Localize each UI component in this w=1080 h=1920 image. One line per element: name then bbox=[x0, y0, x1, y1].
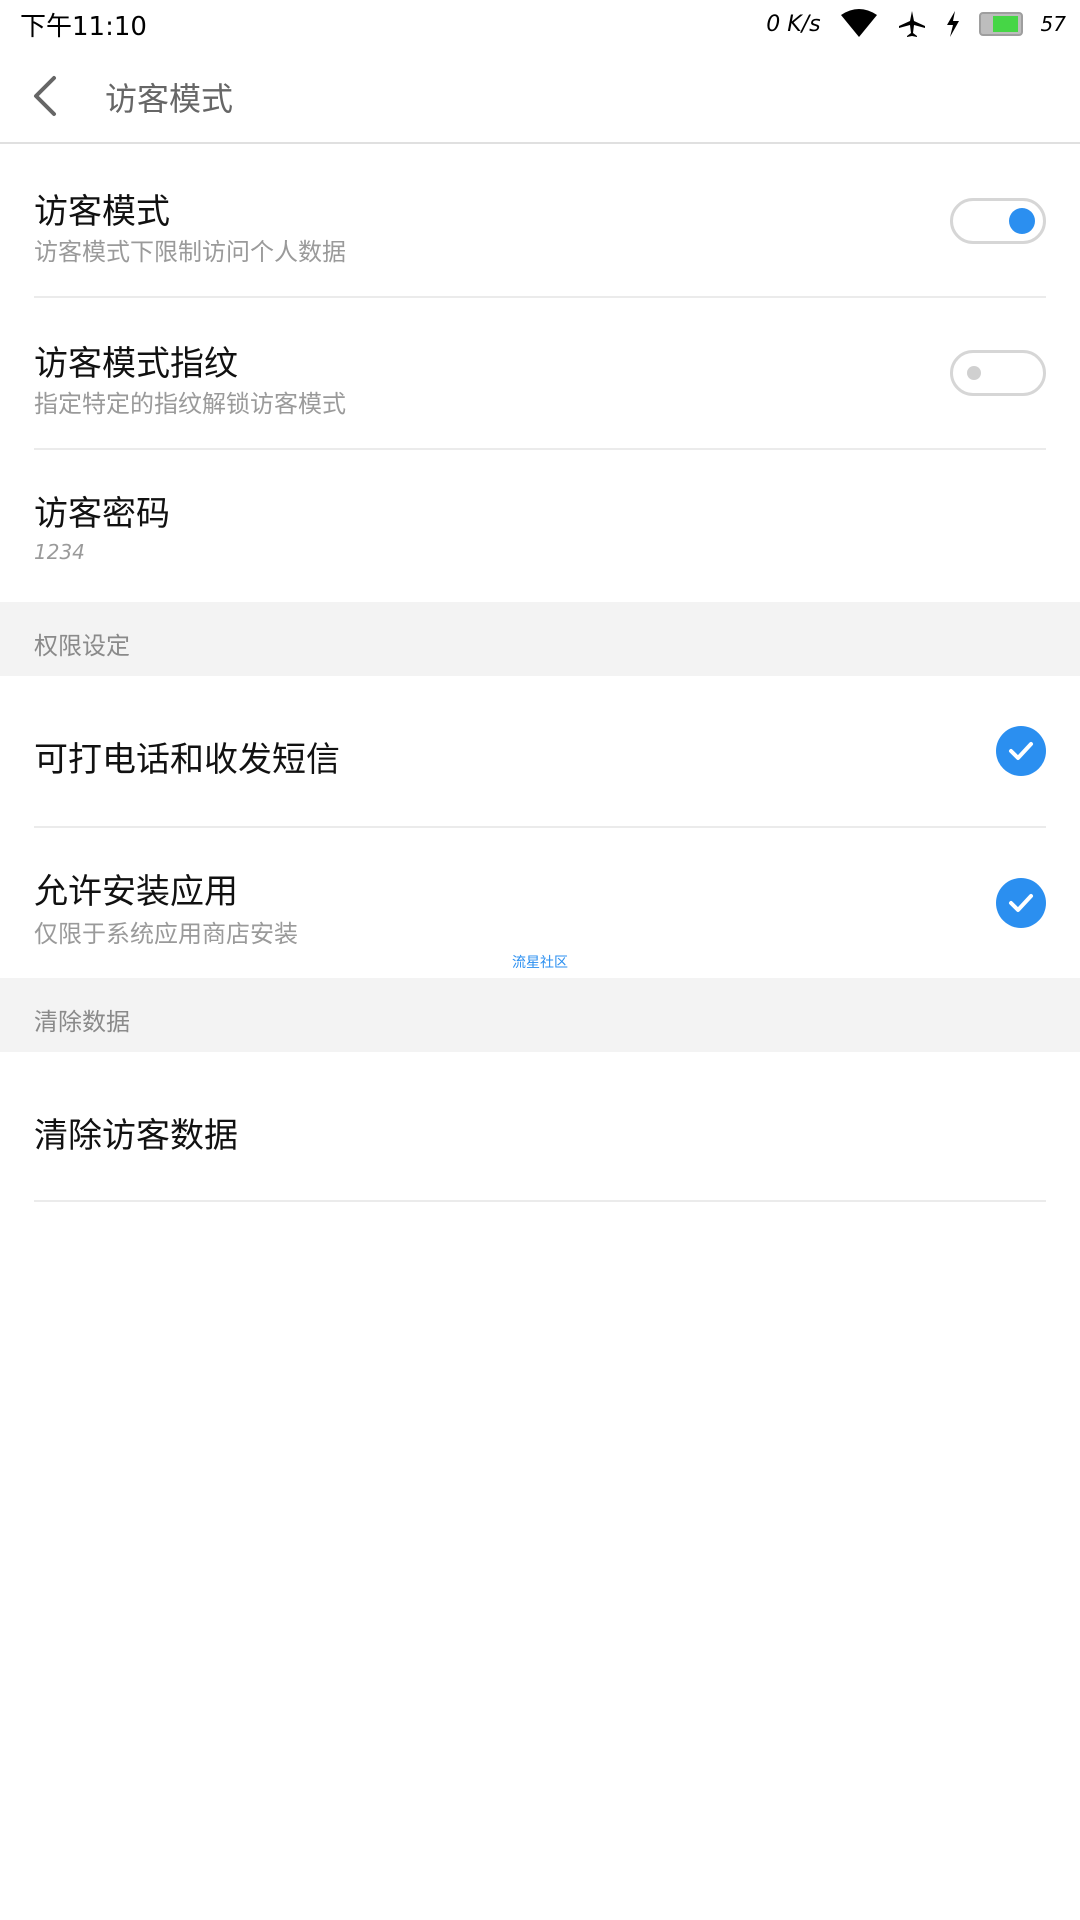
guest-fingerprint-row[interactable]: 访客模式指纹 指定特定的指纹解锁访客模式 bbox=[0, 298, 1080, 450]
install-apps-checkbox[interactable] bbox=[996, 878, 1046, 928]
guest-mode-subtitle: 访客模式下限制访问个人数据 bbox=[34, 238, 346, 266]
back-arrow-icon bbox=[34, 76, 56, 116]
clear-data-section-header: 清除数据 bbox=[0, 978, 1080, 1052]
clear-guest-data-title: 清除访客数据 bbox=[34, 1116, 238, 1156]
toggle-knob bbox=[967, 366, 981, 380]
guest-password-title: 访客密码 bbox=[34, 494, 170, 534]
install-apps-title: 允许安装应用 bbox=[34, 872, 238, 912]
toggle-knob bbox=[1009, 208, 1035, 234]
airplane-icon bbox=[898, 11, 925, 37]
charging-icon bbox=[946, 11, 959, 37]
guest-mode-title: 访客模式 bbox=[34, 192, 170, 232]
checkmark-icon bbox=[1009, 894, 1033, 912]
guest-password-value: 1234 bbox=[34, 540, 85, 564]
calls-sms-checkbox[interactable] bbox=[996, 726, 1046, 776]
screen: 下午11:10 0 K/s 57 访客模式 访客模式 访客模式下限制访问个人数据… bbox=[0, 0, 1080, 1920]
status-time: 下午11:10 bbox=[20, 11, 147, 42]
battery-level: 57 bbox=[1040, 12, 1066, 36]
network-speed: 0 K/s bbox=[766, 11, 821, 37]
calls-sms-row[interactable]: 可打电话和收发短信 bbox=[0, 676, 1080, 828]
guest-mode-toggle[interactable] bbox=[950, 198, 1046, 244]
checkmark-icon bbox=[1009, 742, 1033, 760]
section-header-label: 清除数据 bbox=[34, 1008, 130, 1036]
back-button[interactable] bbox=[26, 72, 70, 120]
guest-mode-row[interactable]: 访客模式 访客模式下限制访问个人数据 bbox=[0, 146, 1080, 298]
guest-fingerprint-subtitle: 指定特定的指纹解锁访客模式 bbox=[34, 390, 346, 418]
calls-sms-title: 可打电话和收发短信 bbox=[34, 740, 340, 780]
permissions-section-header: 权限设定 bbox=[0, 602, 1080, 676]
guest-password-row[interactable]: 访客密码 1234 bbox=[0, 450, 1080, 602]
guest-fingerprint-title: 访客模式指纹 bbox=[34, 344, 238, 384]
app-bar: 访客模式 bbox=[0, 48, 1080, 144]
status-bar: 下午11:10 0 K/s 57 bbox=[0, 0, 1080, 48]
clear-guest-data-row[interactable]: 清除访客数据 bbox=[0, 1052, 1080, 1202]
divider bbox=[34, 1200, 1046, 1202]
battery-icon bbox=[978, 12, 1023, 36]
page-title: 访客模式 bbox=[105, 80, 234, 118]
guest-fingerprint-toggle[interactable] bbox=[950, 350, 1046, 396]
install-apps-subtitle: 仅限于系统应用商店安装 bbox=[34, 920, 298, 948]
status-icons: 0 K/s 57 bbox=[766, 9, 1066, 39]
wifi-icon bbox=[840, 9, 877, 37]
watermark: 流星社区 bbox=[512, 955, 568, 971]
section-header-label: 权限设定 bbox=[34, 632, 130, 660]
